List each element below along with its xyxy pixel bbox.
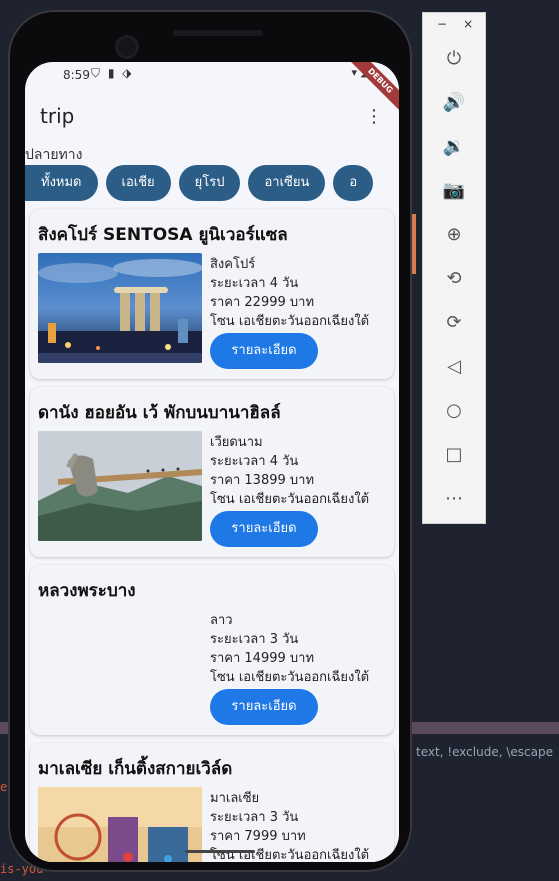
trip-duration: ระยะเวลา 4 วัน xyxy=(210,276,299,291)
trip-country: สิงคโปร์ xyxy=(210,257,256,272)
trip-image-danang xyxy=(38,431,202,541)
trip-duration: ระยะเวลา 3 วัน xyxy=(210,632,299,647)
trip-card: สิงคโปร์ SENTOSA ยูนิเวอร์แซล สิงคโปร์ ร… xyxy=(30,209,394,379)
emulator-toolbar: − × ⏻ 🔊 🔉 📷 ⊕ ⟲ ⟳ ◁ ○ □ ⋯ xyxy=(422,12,486,524)
trip-duration: ระยะเวลา 4 วัน xyxy=(210,454,299,469)
trip-zone: โซน เอเชียตะวันออกเฉียงใต้ xyxy=(210,492,370,507)
chip-europe[interactable]: ยุโรป xyxy=(178,165,241,201)
volume-up-icon[interactable]: 🔊 xyxy=(442,91,466,115)
trip-card: มาเลเซีย เก็นติ้งสกายเวิล์ด มาเลเซีย ระย… xyxy=(30,743,394,862)
status-time: 8:59 xyxy=(63,68,90,82)
rotate-left-icon[interactable]: ⟲ xyxy=(442,267,466,291)
trip-card: หลวงพระบาง ลาว ระยะเวลา 3 วัน ราคา 14999… xyxy=(30,565,394,735)
trip-duration: ระยะเวลา 3 วัน xyxy=(210,810,299,825)
front-camera xyxy=(118,38,136,56)
back-icon[interactable]: ◁ xyxy=(442,355,466,379)
more-vert-icon[interactable]: ⋮ xyxy=(365,106,383,127)
trip-title: สิงคโปร์ SENTOSA ยูนิเวอร์แซล xyxy=(38,225,288,245)
trip-info: เวียดนาม ระยะเวลา 4 วัน ราคา 13899 บาท โ… xyxy=(210,433,369,509)
details-button[interactable]: รายละเอียด xyxy=(210,689,318,725)
phone-frame: 8:59 ⛉ ▮ ⬗ ▾ ◢ DEBUG trip ⋮ ปลายทาง ทั้ง… xyxy=(8,10,412,872)
power-icon[interactable]: ⏻ xyxy=(442,47,466,71)
trip-image-malaysia xyxy=(38,787,202,862)
trip-title: ดานัง ฮอยอัน เว้ พักบนบานาฮิลล์ xyxy=(38,403,281,423)
trip-price: ราคา 13899 บาท xyxy=(210,473,315,488)
app-bar: trip ⋮ xyxy=(25,90,399,140)
details-button[interactable]: รายละเอียด xyxy=(210,511,318,547)
trip-price: ราคา 14999 บาท xyxy=(210,651,315,666)
volume-side-accent xyxy=(412,214,416,274)
trip-country: ลาว xyxy=(210,613,233,628)
notification-icons: ⛉ ▮ ⬗ xyxy=(91,66,134,81)
chip-asia[interactable]: เอเชีย xyxy=(105,165,171,201)
app-screen: 8:59 ⛉ ▮ ⬗ ▾ ◢ DEBUG trip ⋮ ปลายทาง ทั้ง… xyxy=(25,62,399,862)
ide-hint-text: text, !exclude, \escape xyxy=(416,745,553,759)
sync-icon: ⬗ xyxy=(122,66,134,80)
details-button[interactable]: รายละเอียด xyxy=(210,333,318,369)
trip-info: ลาว ระยะเวลา 3 วัน ราคา 14999 บาท โซน เอ… xyxy=(210,611,369,687)
trip-price: ราคา 7999 บาท xyxy=(210,829,306,844)
status-bar: 8:59 ⛉ ▮ ⬗ ▾ ◢ DEBUG xyxy=(25,62,399,118)
window-controls: − × xyxy=(437,17,489,31)
more-icon[interactable]: ⋯ xyxy=(442,487,466,511)
trip-zone: โซน เอเชียตะวันออกเฉียงใต้ xyxy=(210,848,370,862)
home-icon[interactable]: ○ xyxy=(442,399,466,423)
sd-card-icon: ▮ xyxy=(107,66,117,80)
speaker xyxy=(173,30,263,36)
trip-country: เวียดนาม xyxy=(210,435,263,450)
gesture-bar[interactable] xyxy=(185,850,255,853)
rotate-right-icon[interactable]: ⟳ xyxy=(442,311,466,335)
trip-zone: โซน เอเชียตะวันออกเฉียงใต้ xyxy=(210,670,370,685)
trip-price: ราคา 22999 บาท xyxy=(210,295,315,310)
close-icon[interactable]: × xyxy=(463,17,473,31)
destination-label: ปลายทาง xyxy=(25,147,83,163)
trip-country: มาเลเซีย xyxy=(210,791,260,806)
overview-icon[interactable]: □ xyxy=(442,443,466,467)
app-title: trip xyxy=(40,104,75,128)
trip-zone: โซน เอเชียตะวันออกเฉียงใต้ xyxy=(210,314,370,329)
zoom-icon[interactable]: ⊕ xyxy=(442,223,466,247)
minimize-icon[interactable]: − xyxy=(437,17,447,31)
chip-more[interactable]: อ xyxy=(333,165,374,201)
trip-card: ดานัง ฮอยอัน เว้ พักบนบานาฮิลล์ เวียดนาม… xyxy=(30,387,394,557)
shield-icon: ⛉ xyxy=(91,66,103,80)
trip-image-singapore xyxy=(38,253,202,363)
chip-asean[interactable]: อาเซียน xyxy=(248,165,326,201)
volume-down-icon[interactable]: 🔉 xyxy=(442,135,466,159)
trip-title: มาเลเซีย เก็นติ้งสกายเวิล์ด xyxy=(38,759,233,779)
chip-all[interactable]: ทั้งหมด xyxy=(25,165,98,201)
camera-icon[interactable]: 📷 xyxy=(442,179,466,203)
trip-info: สิงคโปร์ ระยะเวลา 4 วัน ราคา 22999 บาท โ… xyxy=(210,255,369,331)
filter-chips: ทั้งหมด เอเชีย ยุโรป อาเซียนอ xyxy=(25,165,381,201)
trip-title: หลวงพระบาง xyxy=(38,581,136,601)
